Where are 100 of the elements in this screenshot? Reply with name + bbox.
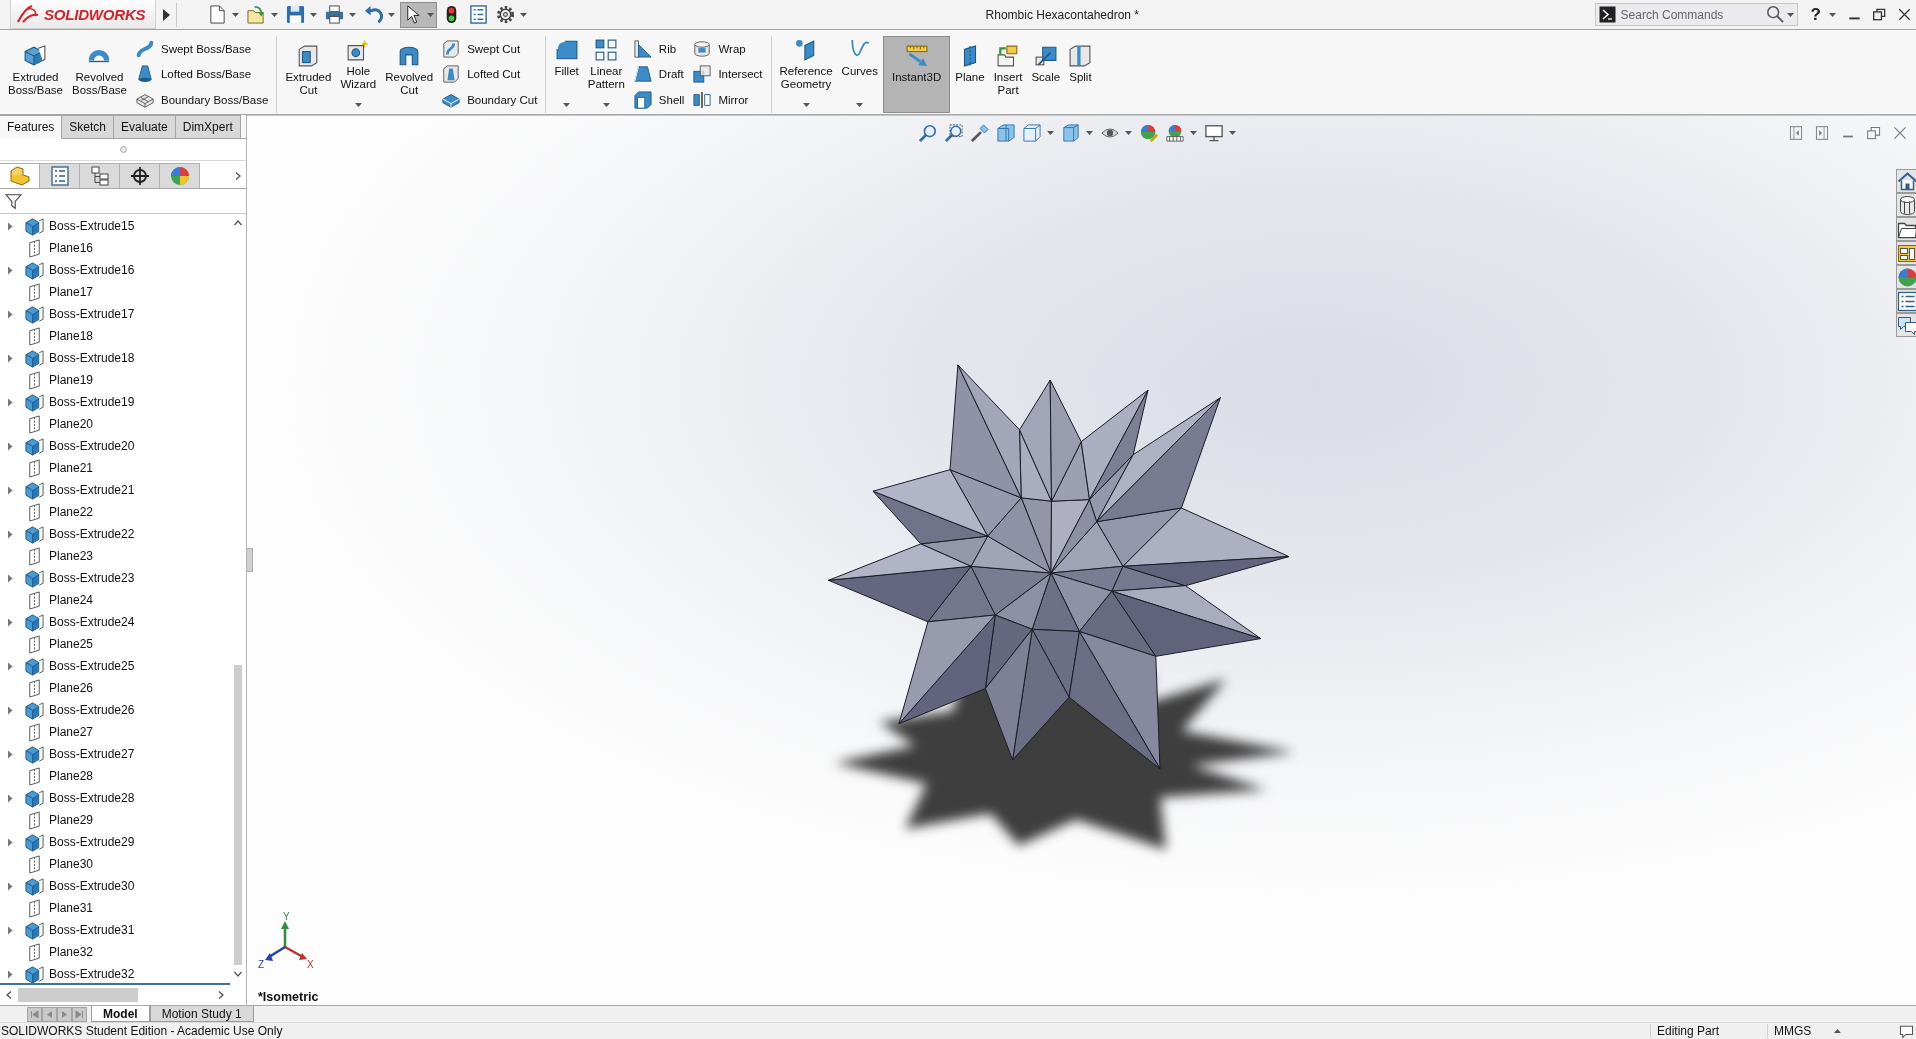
- tree-item[interactable]: Boss-Extrude30: [49, 879, 135, 893]
- command-button[interactable]: Boundary Boss/Base: [131, 87, 273, 113]
- toolbar-button[interactable]: [400, 1, 437, 28]
- expand-arrow[interactable]: [7, 793, 13, 803]
- scrollbar-thumb[interactable]: [234, 665, 242, 965]
- help-button[interactable]: ?: [1810, 4, 1821, 25]
- command-button[interactable]: Swept Cut: [438, 36, 542, 62]
- folder-icon[interactable]: [1896, 217, 1916, 241]
- command-button[interactable]: Draft: [629, 61, 689, 87]
- cylinder-icon[interactable]: [1896, 193, 1916, 217]
- tree-item[interactable]: Boss-Extrude17: [49, 307, 135, 321]
- close-icon[interactable]: [1898, 8, 1911, 21]
- tree-item[interactable]: Boss-Extrude32: [49, 967, 135, 981]
- skip-first-icon[interactable]: [27, 1006, 42, 1022]
- panel-tab[interactable]: [120, 163, 160, 188]
- tree-item[interactable]: Plane18: [49, 329, 94, 343]
- command-button[interactable]: Curves: [837, 36, 882, 113]
- expand-arrow[interactable]: [7, 221, 13, 231]
- sphere-scene-icon[interactable]: [1166, 124, 1184, 142]
- tree-item[interactable]: Plane29: [49, 813, 94, 827]
- chevron-right-icon[interactable]: [233, 170, 243, 181]
- expand-arrow[interactable]: [7, 529, 13, 539]
- command-button[interactable]: Revolved Cut: [381, 36, 438, 113]
- expand-arrow[interactable]: [7, 441, 13, 451]
- tree-item[interactable]: Plane20: [49, 417, 94, 431]
- expand-arrow[interactable]: [7, 881, 13, 891]
- tree-item[interactable]: Boss-Extrude29: [49, 835, 135, 849]
- command-button[interactable]: Plane: [951, 36, 989, 113]
- command-button[interactable]: Extruded Boss/Base: [4, 36, 67, 113]
- command-button[interactable]: Lofted Boss/Base: [131, 61, 273, 87]
- expand-arrow[interactable]: [7, 265, 13, 275]
- shaded-box-icon[interactable]: [1062, 124, 1080, 142]
- chevron-up-icon[interactable]: [233, 218, 243, 228]
- magnifier-icon[interactable]: [919, 124, 937, 142]
- splitter-handle[interactable]: [247, 548, 253, 572]
- tab[interactable]: Features: [0, 115, 63, 139]
- tree-item[interactable]: Boss-Extrude22: [49, 527, 135, 541]
- tree-item[interactable]: Plane27: [49, 725, 94, 739]
- tree-item[interactable]: Boss-Extrude20: [49, 439, 135, 453]
- command-button[interactable]: Intersect: [689, 61, 767, 87]
- gripper-icon[interactable]: [119, 146, 127, 153]
- tree-item[interactable]: Plane22: [49, 505, 94, 519]
- tree-item[interactable]: Boss-Extrude15: [49, 219, 135, 233]
- tab[interactable]: Motion Study 1: [149, 1006, 254, 1022]
- tree-item[interactable]: Boss-Extrude18: [49, 351, 135, 365]
- command-button[interactable]: Insert Part: [989, 36, 1027, 113]
- magnifier-frame-icon[interactable]: [945, 124, 963, 142]
- tree-item[interactable]: Boss-Extrude31: [49, 923, 135, 937]
- command-button[interactable]: Hole Wizard: [336, 36, 381, 113]
- expand-arrow[interactable]: [7, 353, 13, 363]
- tree-item[interactable]: Plane25: [49, 637, 94, 651]
- search-icon[interactable]: [1765, 5, 1784, 23]
- expand-arrow[interactable]: [7, 661, 13, 671]
- tree-item[interactable]: Plane28: [49, 769, 94, 783]
- command-button[interactable]: Reference Geometry: [775, 36, 837, 113]
- tab[interactable]: DimXpert: [175, 115, 241, 139]
- tree-item[interactable]: Boss-Extrude28: [49, 791, 135, 805]
- tree-item[interactable]: Plane26: [49, 681, 94, 695]
- tree-item[interactable]: Boss-Extrude24: [49, 615, 135, 629]
- step-back-icon[interactable]: [42, 1006, 57, 1022]
- skip-last-icon[interactable]: [72, 1006, 87, 1022]
- step-forward-icon[interactable]: [57, 1006, 72, 1022]
- panel-arrow-right-icon[interactable]: [1815, 126, 1829, 140]
- expand-arrow[interactable]: [7, 749, 13, 759]
- scrollbar-thumb[interactable]: [18, 988, 138, 1002]
- tree-item[interactable]: Boss-Extrude27: [49, 747, 135, 761]
- color-sphere-icon[interactable]: [1140, 124, 1158, 142]
- tree-item[interactable]: Boss-Extrude21: [49, 483, 135, 497]
- speech-bubble-icon[interactable]: [1899, 1023, 1914, 1039]
- tab[interactable]: Model: [91, 1006, 150, 1022]
- tree-item[interactable]: Boss-Extrude23: [49, 571, 135, 585]
- expand-arrow[interactable]: [7, 617, 13, 627]
- list-icon[interactable]: [1896, 289, 1916, 313]
- wand-icon[interactable]: [971, 124, 989, 142]
- command-button[interactable]: Scale: [1027, 36, 1065, 113]
- monitor-icon[interactable]: [1205, 124, 1223, 142]
- restore-icon[interactable]: [1873, 8, 1886, 21]
- expand-arrow[interactable]: [7, 925, 13, 935]
- tab[interactable]: Sketch: [62, 115, 115, 139]
- command-button[interactable]: Linear Pattern: [583, 36, 629, 113]
- tree-item[interactable]: Plane23: [49, 549, 94, 563]
- color-sphere-icon[interactable]: [1896, 265, 1916, 289]
- expand-arrow[interactable]: [7, 309, 13, 319]
- tree-item[interactable]: Boss-Extrude16: [49, 263, 135, 277]
- command-button[interactable]: Split: [1065, 36, 1096, 113]
- tree-item[interactable]: Plane21: [49, 461, 94, 475]
- cube-outline-icon[interactable]: [1023, 124, 1041, 142]
- tree-item[interactable]: Boss-Extrude19: [49, 395, 135, 409]
- home-icon[interactable]: [1896, 169, 1916, 193]
- tree-item[interactable]: Plane16: [49, 241, 94, 255]
- window-layout-icon[interactable]: [1896, 241, 1916, 265]
- tab[interactable]: Evaluate: [114, 115, 176, 139]
- chat-bubbles-icon[interactable]: [1896, 313, 1916, 337]
- tree-item[interactable]: Plane30: [49, 857, 94, 871]
- chevron-down-icon[interactable]: [233, 969, 243, 979]
- tree-item[interactable]: Plane17: [49, 285, 94, 299]
- tree-item[interactable]: Boss-Extrude25: [49, 659, 135, 673]
- unit-system[interactable]: MMGS: [1767, 1024, 1826, 1038]
- tree-item[interactable]: Boss-Extrude26: [49, 703, 135, 717]
- command-button[interactable]: Swept Boss/Base: [131, 36, 273, 62]
